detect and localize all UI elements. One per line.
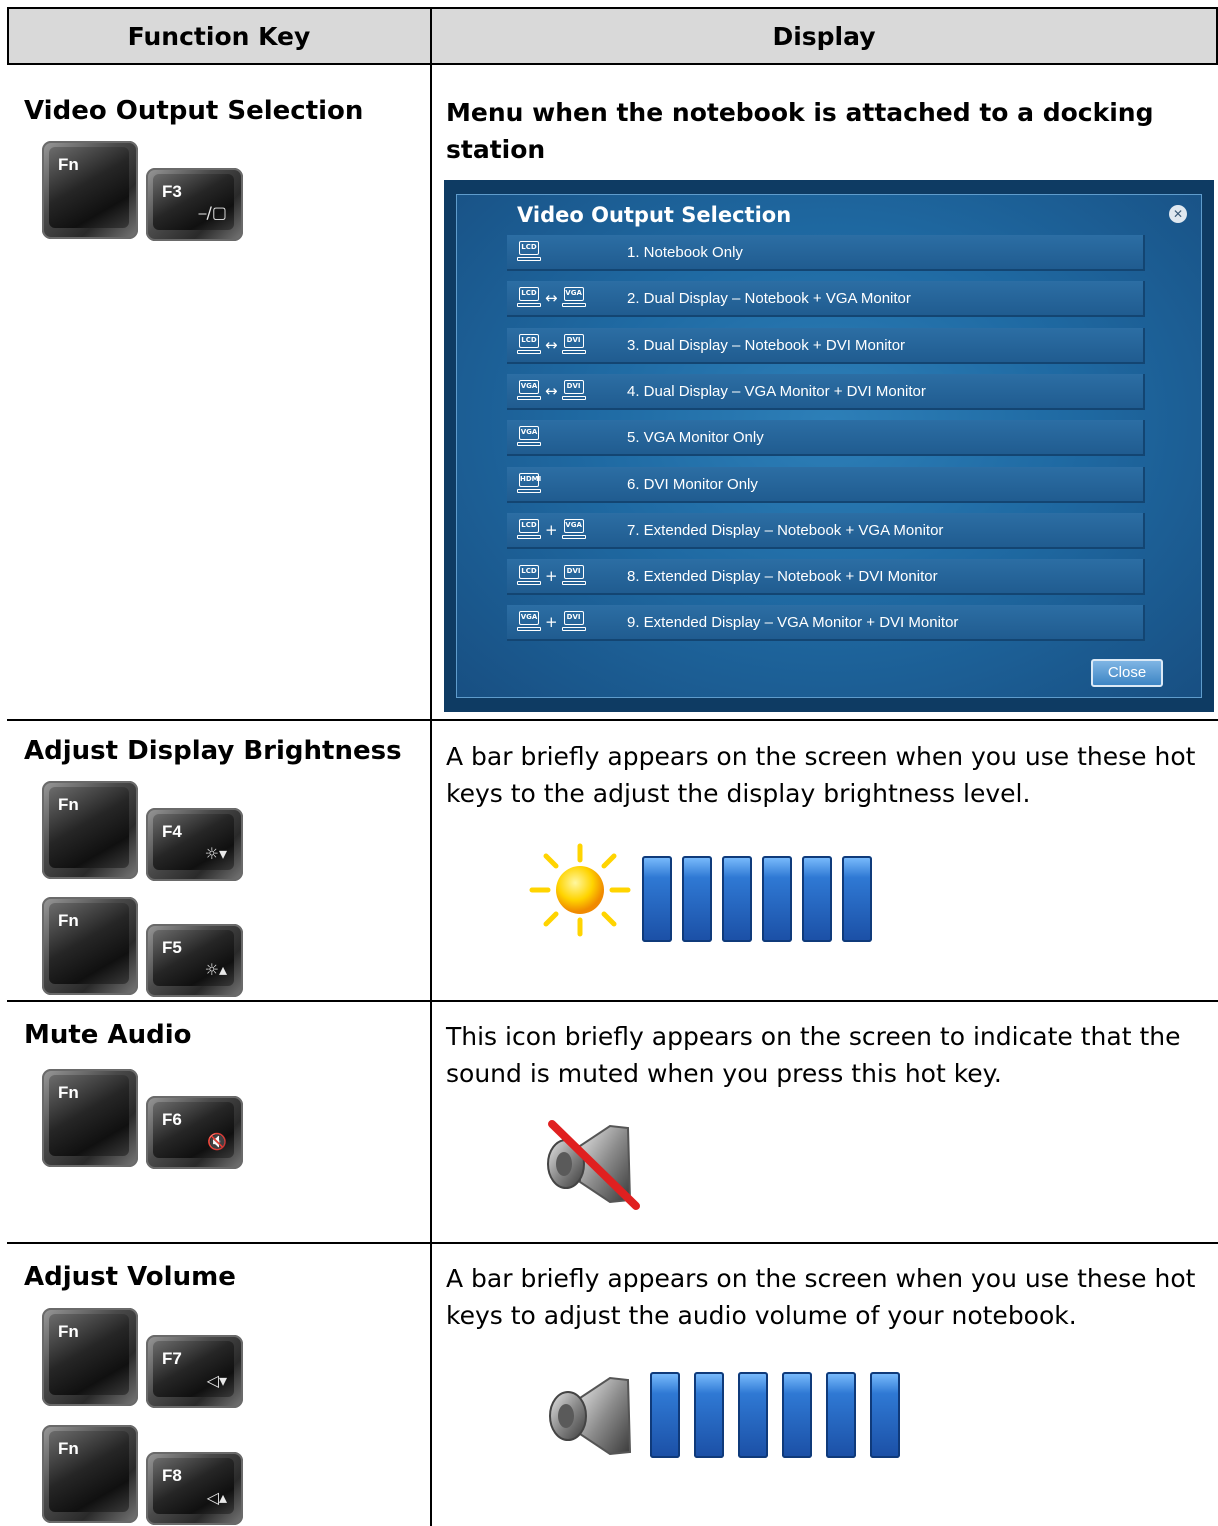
monitor-icon: HDMI (517, 472, 541, 495)
monitor-icon: VGA (517, 379, 541, 402)
level-segment (650, 1372, 680, 1458)
video-output-description: Menu when the notebook is attached to a … (446, 98, 1154, 164)
table-border-top (7, 7, 1218, 9)
volume-up-icon: ◁▴ (206, 1488, 227, 1507)
brightness-down-icon: ☼▾ (204, 844, 227, 863)
level-segment (870, 1372, 900, 1458)
fn-key: Fn (42, 1069, 138, 1167)
fn-key: Fn (42, 781, 138, 879)
video-option-3[interactable]: LCD ↔ DVI 3. Dual Display – Notebook + DVI … (507, 327, 1145, 364)
close-button[interactable]: Close (1091, 659, 1163, 687)
monitor-icon: LCD (517, 241, 541, 263)
video-output-dialog: Video Output Selection ✕ LCD 1. Notebook … (444, 180, 1214, 712)
row-title-brightness: Adjust Display Brightness (24, 736, 402, 766)
f6-key: F6 🔇 (146, 1096, 243, 1169)
fn-key: Fn (42, 1425, 138, 1523)
brightness-description: A bar briefly appears on the screen when… (446, 742, 1196, 808)
monitor-icon: DVI (561, 333, 586, 356)
level-segment (826, 1372, 856, 1458)
header-function-key: Function Key (8, 8, 430, 64)
f7-key: F7 ◁▾ (146, 1335, 243, 1408)
combine-operator: + (545, 567, 558, 586)
row-title-volume: Adjust Volume (24, 1262, 236, 1292)
option-label: 6. DVI Monitor Only (627, 475, 758, 493)
option-label: 5. VGA Monitor Only (627, 429, 764, 447)
monitor-icon: LCD (517, 287, 541, 309)
option-label: 2. Dual Display – Notebook + VGA Monitor (627, 290, 911, 308)
fn-key: Fn (42, 1308, 138, 1406)
combine-operator: ↔ (545, 289, 558, 308)
f4-key: F4 ☼▾ (146, 808, 243, 881)
table-divider (7, 63, 1218, 65)
level-segment (762, 856, 792, 942)
monitor-icon: LCD (517, 518, 541, 541)
option-label: 4. Dual Display – VGA Monitor + DVI Moni… (627, 382, 926, 400)
function-key-table: Function Key Display Video Output Select… (0, 0, 1218, 1526)
option-label: 7. Extended Display – Notebook + VGA Mon… (627, 521, 944, 539)
video-option-6[interactable]: HDMI 6. DVI Monitor Only (507, 466, 1145, 503)
close-icon[interactable]: ✕ (1169, 205, 1187, 223)
monitor-icon: LCD (517, 333, 541, 356)
video-option-4[interactable]: VGA ↔ DVI 4. Dual Display – VGA Monitor + D… (507, 373, 1145, 410)
mute-icon: 🔇 (207, 1132, 227, 1151)
level-segment (738, 1372, 768, 1458)
video-option-5[interactable]: VGA 5. VGA Monitor Only (507, 420, 1145, 457)
level-segment (722, 856, 752, 942)
table-border-left (7, 7, 9, 65)
level-segment (694, 1372, 724, 1458)
monitor-icon: VGA (517, 611, 541, 633)
combine-operator: + (545, 520, 558, 539)
fn-key: Fn (42, 897, 138, 995)
row-title-video-output: Video Output Selection (24, 96, 364, 126)
monitor-icon: DVI (561, 565, 586, 587)
mute-description: This icon briefly appears on the screen … (446, 1022, 1181, 1088)
option-label: 1. Notebook Only (627, 244, 743, 261)
combine-operator: ↔ (545, 335, 558, 354)
video-option-1[interactable]: LCD 1. Notebook Only (507, 235, 1145, 271)
option-label: 9. Extended Display – VGA Monitor + DVI … (627, 614, 959, 632)
display-switch-icon: ⎯/▢ (198, 203, 227, 222)
table-divider (7, 1242, 1218, 1244)
monitor-icon: VGA (517, 426, 541, 448)
table-divider (7, 1000, 1218, 1002)
video-option-8[interactable]: LCD + DVI 8. Extended Display – Notebook + … (507, 559, 1145, 596)
option-label: 3. Dual Display – Notebook + DVI Monitor (627, 336, 906, 354)
table-divider (7, 719, 1218, 721)
monitor-icon: DVI (561, 379, 586, 402)
level-segment (802, 856, 832, 942)
brightness-up-icon: ☼▴ (204, 960, 227, 979)
monitor-icon: VGA (561, 518, 586, 541)
fn-key: Fn (42, 141, 138, 239)
level-segment (782, 1372, 812, 1458)
f8-key: F8 ◁▴ (146, 1452, 243, 1525)
video-option-2[interactable]: LCD ↔ VGA 2. Dual Display – Notebook + VGA … (507, 281, 1145, 318)
column-divider (430, 7, 432, 1526)
combine-operator: ↔ (545, 381, 558, 400)
option-label: 8. Extended Display – Notebook + DVI Mon… (627, 568, 938, 586)
video-option-7[interactable]: LCD + VGA 7. Extended Display – Notebook + … (507, 512, 1145, 549)
row-title-mute: Mute Audio (24, 1020, 192, 1050)
speaker-muted-icon (547, 1120, 640, 1210)
header-display: Display (432, 8, 1216, 64)
monitor-icon: VGA (561, 287, 586, 309)
monitor-icon: LCD (517, 565, 541, 587)
video-option-9[interactable]: VGA + DVI 9. Extended Display – VGA Monitor… (507, 605, 1145, 642)
speaker-icon (549, 1376, 632, 1456)
f3-key: F3 ⎯/▢ (146, 168, 243, 241)
level-segment (642, 856, 672, 942)
level-segment (682, 856, 712, 942)
level-segment (842, 856, 872, 942)
monitor-icon: DVI (561, 611, 586, 633)
dialog-title: Video Output Selection (517, 203, 792, 227)
f5-key: F5 ☼▴ (146, 924, 243, 997)
combine-operator: + (545, 613, 558, 632)
volume-down-icon: ◁▾ (206, 1371, 227, 1390)
sun-icon (529, 843, 631, 937)
volume-description: A bar briefly appears on the screen when… (446, 1264, 1196, 1330)
